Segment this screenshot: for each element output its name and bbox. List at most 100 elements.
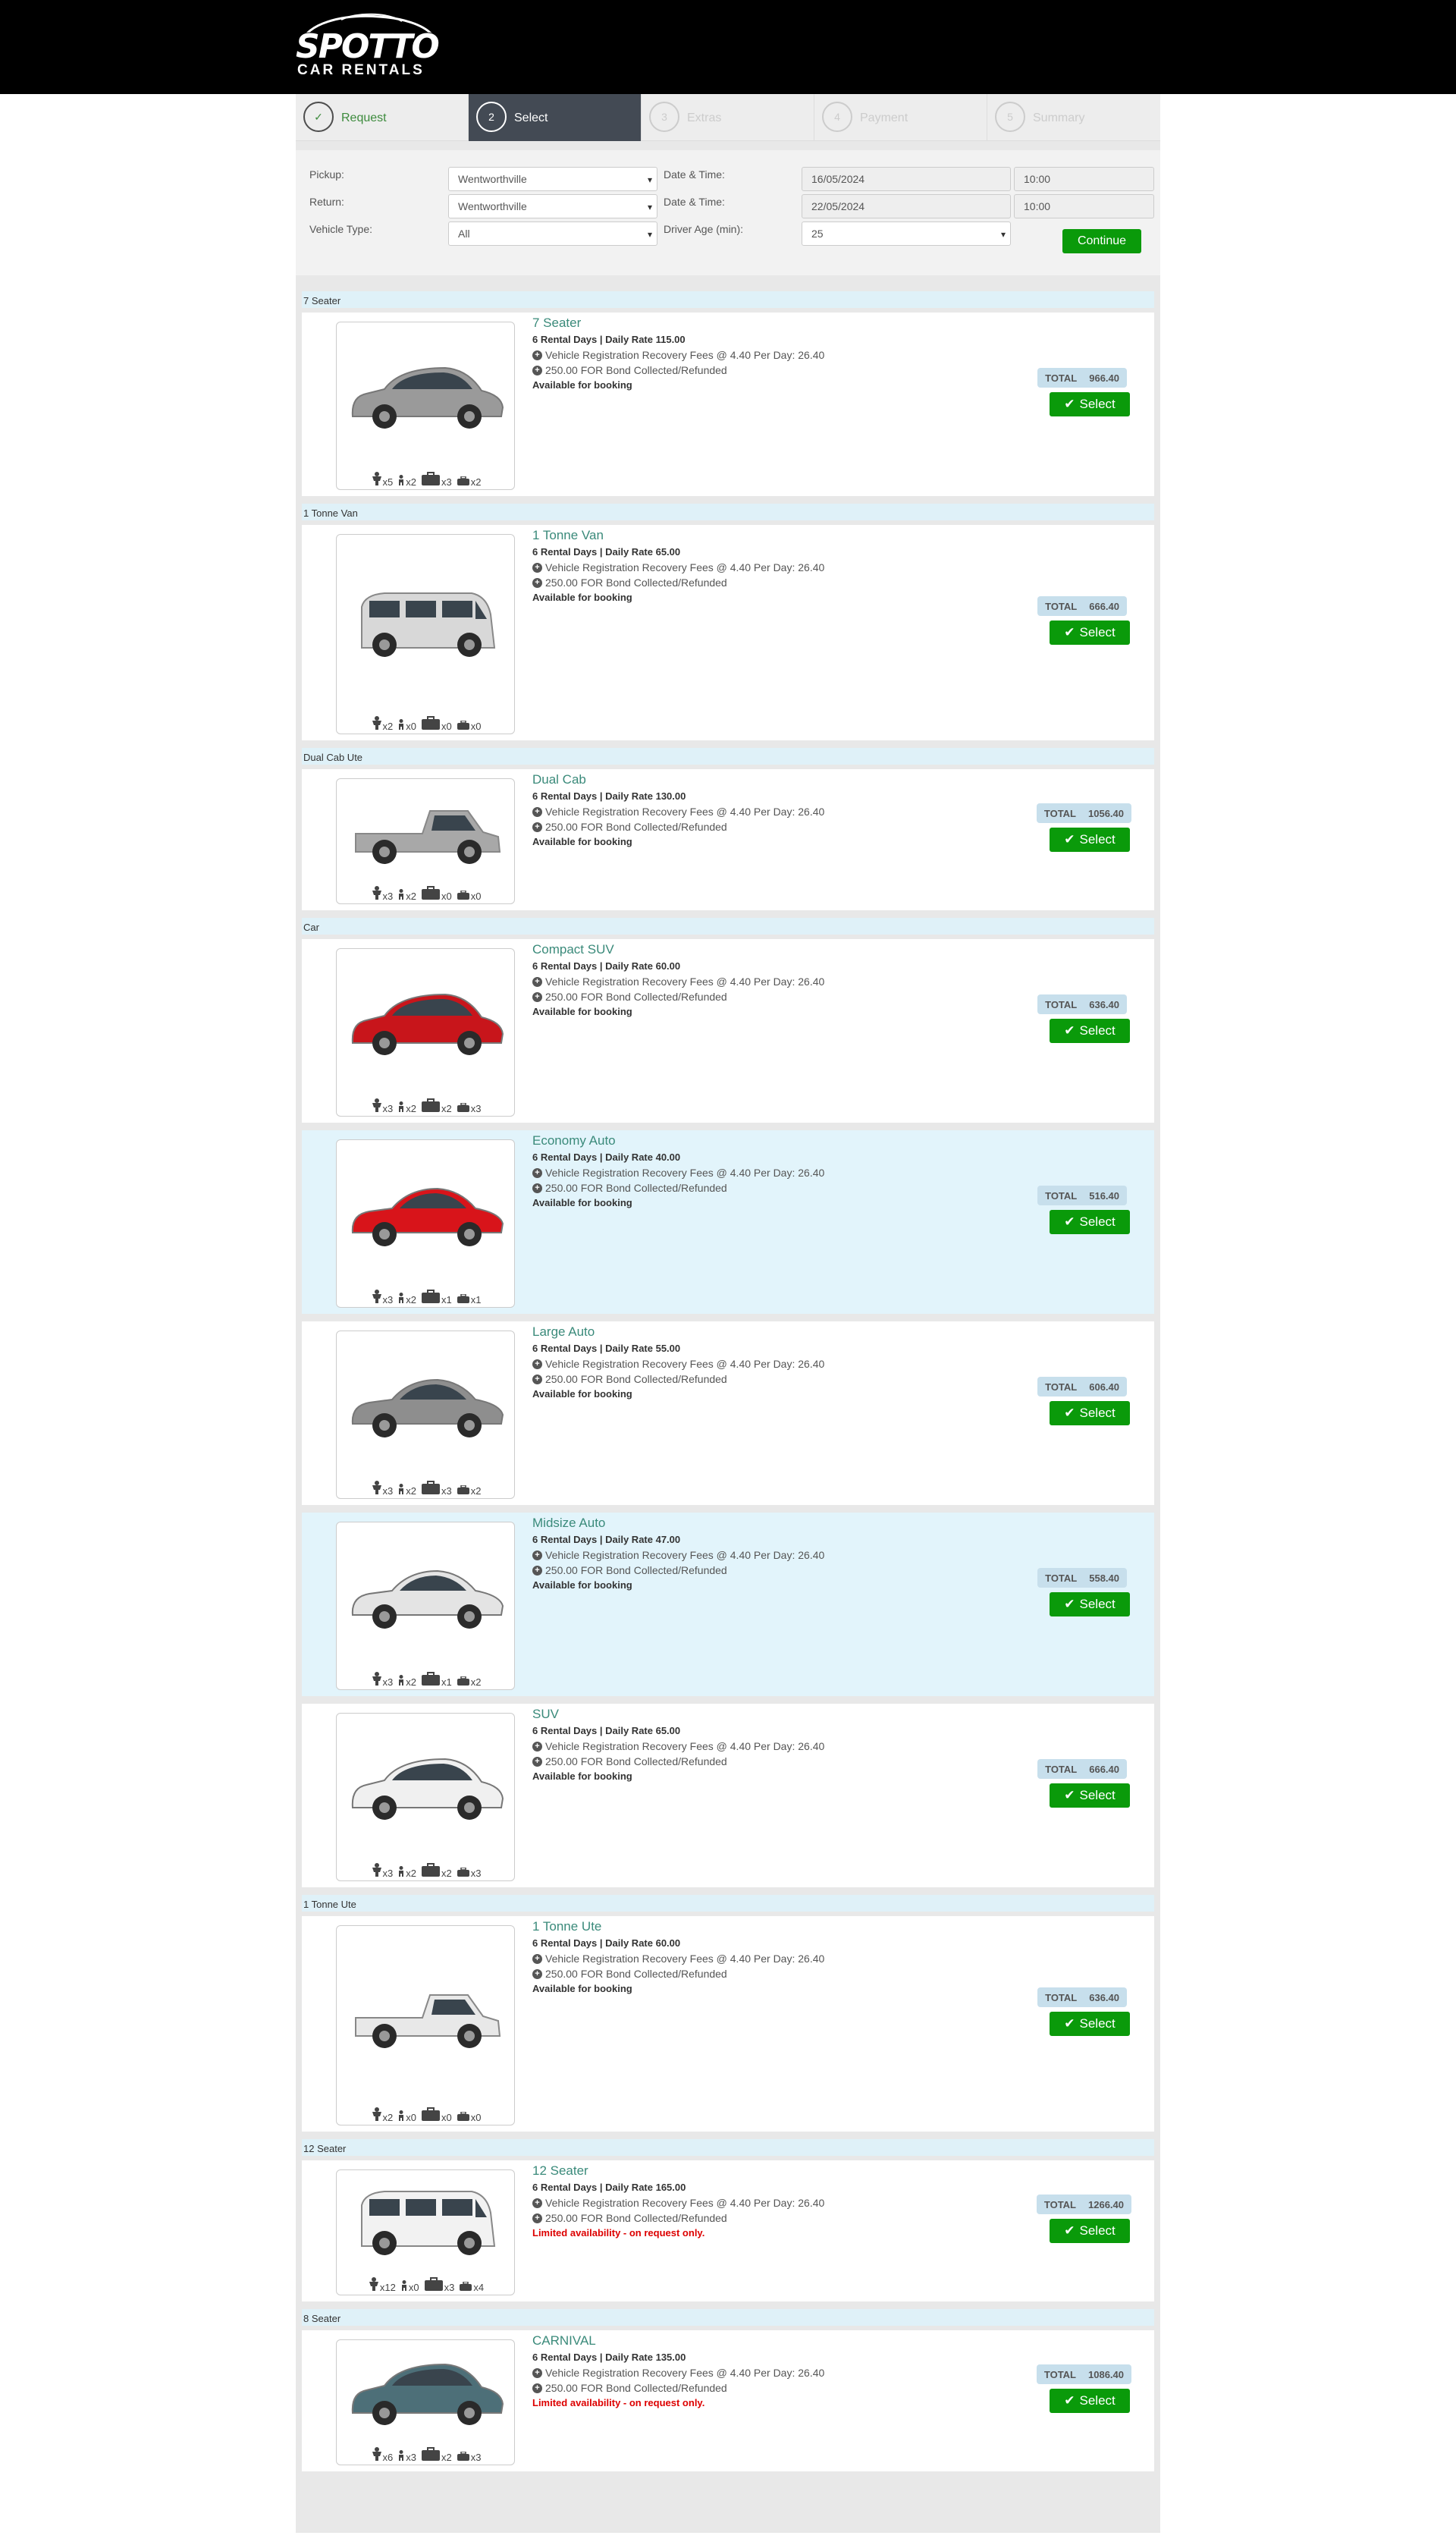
check-icon: ✔ — [1064, 2223, 1075, 2238]
plus-circle-icon[interactable]: + — [532, 1374, 542, 1384]
chevron-down-icon: ▾ — [1000, 229, 1006, 240]
continue-button[interactable]: Continue — [1062, 229, 1141, 253]
pickup-location-select[interactable]: Wentworthville ▾ — [448, 167, 657, 191]
vehicle-image[interactable]: x12 x0 x3 x4 — [336, 2169, 515, 2295]
select-vehicle-button[interactable]: ✔ Select — [1050, 2219, 1130, 2243]
select-vehicle-button[interactable]: ✔ Select — [1050, 1592, 1130, 1616]
select-vehicle-button[interactable]: ✔ Select — [1050, 621, 1130, 645]
plus-circle-icon[interactable]: + — [532, 1167, 542, 1178]
vehicle-type-label: Vehicle Type: — [309, 223, 373, 235]
total-amount: 1086.40 — [1088, 2368, 1124, 2380]
large-bag-icon — [421, 2447, 441, 2463]
vehicle-image[interactable]: x3 x2 x2 x3 — [336, 1713, 515, 1881]
vehicle-type-select[interactable]: All ▾ — [448, 221, 657, 246]
plus-circle-icon[interactable]: + — [532, 1359, 542, 1369]
capacity-count: x5 — [382, 476, 394, 488]
vehicle-image[interactable]: x2 x0 x0 x0 — [336, 1925, 515, 2125]
capacity-count: x2 — [470, 1676, 482, 1688]
step-label: Summary — [1033, 112, 1085, 124]
step-select[interactable]: 2 Select — [469, 94, 642, 141]
plus-circle-icon[interactable]: + — [532, 822, 542, 832]
plus-circle-icon[interactable]: + — [532, 2198, 542, 2208]
vehicle-name[interactable]: 1 Tonne Ute — [532, 1919, 1063, 1936]
small-bag-capacity: x3 — [457, 1864, 481, 1879]
step-request[interactable]: ✓ Request — [296, 94, 469, 141]
vehicle-name[interactable]: Midsize Auto — [532, 1516, 1063, 1532]
large-bag-capacity: x2 — [421, 1863, 452, 1879]
spotto-logo[interactable]: SPOTTO CAR RENTALS — [295, 9, 441, 79]
return-date-field[interactable]: 22/05/2024 — [802, 194, 1011, 218]
vehicle-capacity-icons: x3 x2 x2 x3 — [337, 1863, 514, 1879]
select-vehicle-button[interactable]: ✔ Select — [1050, 2389, 1130, 2413]
vehicle-image[interactable]: x3 x2 x2 x3 — [336, 948, 515, 1117]
plus-circle-icon[interactable]: + — [532, 562, 542, 573]
vehicle-name[interactable]: 12 Seater — [532, 2163, 1063, 2180]
plus-circle-icon[interactable]: + — [532, 1183, 542, 1193]
registration-fee-line: + Vehicle Registration Recovery Fees @ 4.… — [532, 974, 1063, 989]
vehicle-image[interactable]: x3 x2 x3 x2 — [336, 1331, 515, 1499]
plus-circle-icon[interactable]: + — [532, 365, 542, 375]
vehicle-image[interactable]: x2 x0 x0 x0 — [336, 534, 515, 734]
plus-circle-icon[interactable]: + — [532, 1953, 542, 1964]
bond-line: +250.00 FOR Bond Collected/Refunded — [532, 1754, 1063, 1769]
capacity-count: x2 — [382, 2112, 394, 2123]
plus-circle-icon[interactable]: + — [532, 577, 542, 588]
person-icon — [372, 2447, 382, 2463]
select-vehicle-button[interactable]: ✔ Select — [1050, 828, 1130, 852]
plus-circle-icon[interactable]: + — [532, 2383, 542, 2393]
small-bag-capacity: x2 — [457, 473, 481, 488]
pickup-time-field[interactable]: 10:00 — [1014, 167, 1154, 191]
large-bag-capacity: x2 — [421, 1098, 452, 1114]
vehicle-name[interactable]: Large Auto — [532, 1324, 1063, 1341]
select-vehicle-button[interactable]: ✔ Select — [1050, 1019, 1130, 1043]
vehicle-image[interactable]: x3 x2 x0 x0 — [336, 778, 515, 904]
vehicle-name[interactable]: Compact SUV — [532, 942, 1063, 959]
vehicle-image[interactable]: x5 x2 x3 x2 — [336, 322, 515, 490]
vehicle-name[interactable]: Dual Cab — [532, 772, 1063, 789]
vehicle-name[interactable]: CARNIVAL — [532, 2333, 1063, 2350]
return-location-select[interactable]: Wentworthville ▾ — [448, 194, 657, 218]
vehicle-name[interactable]: 1 Tonne Van — [532, 528, 1063, 545]
plus-circle-icon[interactable]: + — [532, 350, 542, 360]
plus-circle-icon[interactable]: + — [532, 2213, 542, 2223]
select-vehicle-button[interactable]: ✔ Select — [1050, 392, 1130, 416]
availability-status: Available for booking — [532, 1770, 632, 1782]
total-amount: 636.40 — [1089, 1991, 1119, 2003]
vehicle-card: x3 x2 x0 x0 Dual Cab 6 Rental Days | Daily … — [302, 769, 1154, 910]
large-bag-icon — [421, 472, 441, 488]
select-vehicle-button[interactable]: ✔ Select — [1050, 2012, 1130, 2036]
vehicle-image[interactable]: x3 x2 x1 x2 — [336, 1522, 515, 1690]
vehicle-name[interactable]: 7 Seater — [532, 316, 1063, 332]
vehicle-image[interactable]: x6 x3 x2 x3 — [336, 2339, 515, 2465]
select-vehicle-button[interactable]: ✔ Select — [1050, 1783, 1130, 1808]
select-vehicle-button[interactable]: ✔ Select — [1050, 1401, 1130, 1425]
vehicle-image[interactable]: x3 x2 x1 x1 — [336, 1139, 515, 1308]
capacity-count: x2 — [441, 1868, 452, 1879]
bond-line: +250.00 FOR Bond Collected/Refunded — [532, 2210, 1063, 2226]
plus-circle-icon[interactable]: + — [532, 806, 542, 817]
select-vehicle-button[interactable]: ✔ Select — [1050, 1210, 1130, 1234]
plus-circle-icon[interactable]: + — [532, 1968, 542, 1979]
vehicle-capacity-icons: x3 x2 x1 x1 — [337, 1290, 514, 1305]
rental-rate: 6 Rental Days | Daily Rate 165.00 — [532, 2182, 686, 2193]
pickup-date-field[interactable]: 16/05/2024 — [802, 167, 1011, 191]
return-time-field[interactable]: 10:00 — [1014, 194, 1154, 218]
plus-circle-icon[interactable]: + — [532, 1550, 542, 1560]
rental-rate: 6 Rental Days | Daily Rate 40.00 — [532, 1151, 681, 1163]
plus-circle-icon[interactable]: + — [532, 1741, 542, 1752]
driver-age-select[interactable]: 25 ▾ — [802, 221, 1011, 246]
plus-circle-icon[interactable]: + — [532, 2367, 542, 2378]
person-capacity: x3 — [372, 1863, 393, 1879]
plus-circle-icon[interactable]: + — [532, 991, 542, 1002]
chevron-down-icon: ▾ — [647, 229, 652, 240]
plus-circle-icon[interactable]: + — [532, 1756, 542, 1767]
capacity-count: x0 — [470, 2112, 482, 2123]
child-seat-icon — [397, 1293, 405, 1305]
vehicle-name[interactable]: Economy Auto — [532, 1133, 1063, 1150]
plus-circle-icon[interactable]: + — [532, 1565, 542, 1576]
plus-circle-icon[interactable]: + — [532, 976, 542, 987]
vehicle-card: x2 x0 x0 x0 1 Tonne Ute 6 Rental Days | Dai… — [302, 1916, 1154, 2132]
vehicle-name[interactable]: SUV — [532, 1707, 1063, 1723]
step-extras: 3 Extras — [642, 94, 814, 141]
step-label: Request — [341, 112, 387, 124]
